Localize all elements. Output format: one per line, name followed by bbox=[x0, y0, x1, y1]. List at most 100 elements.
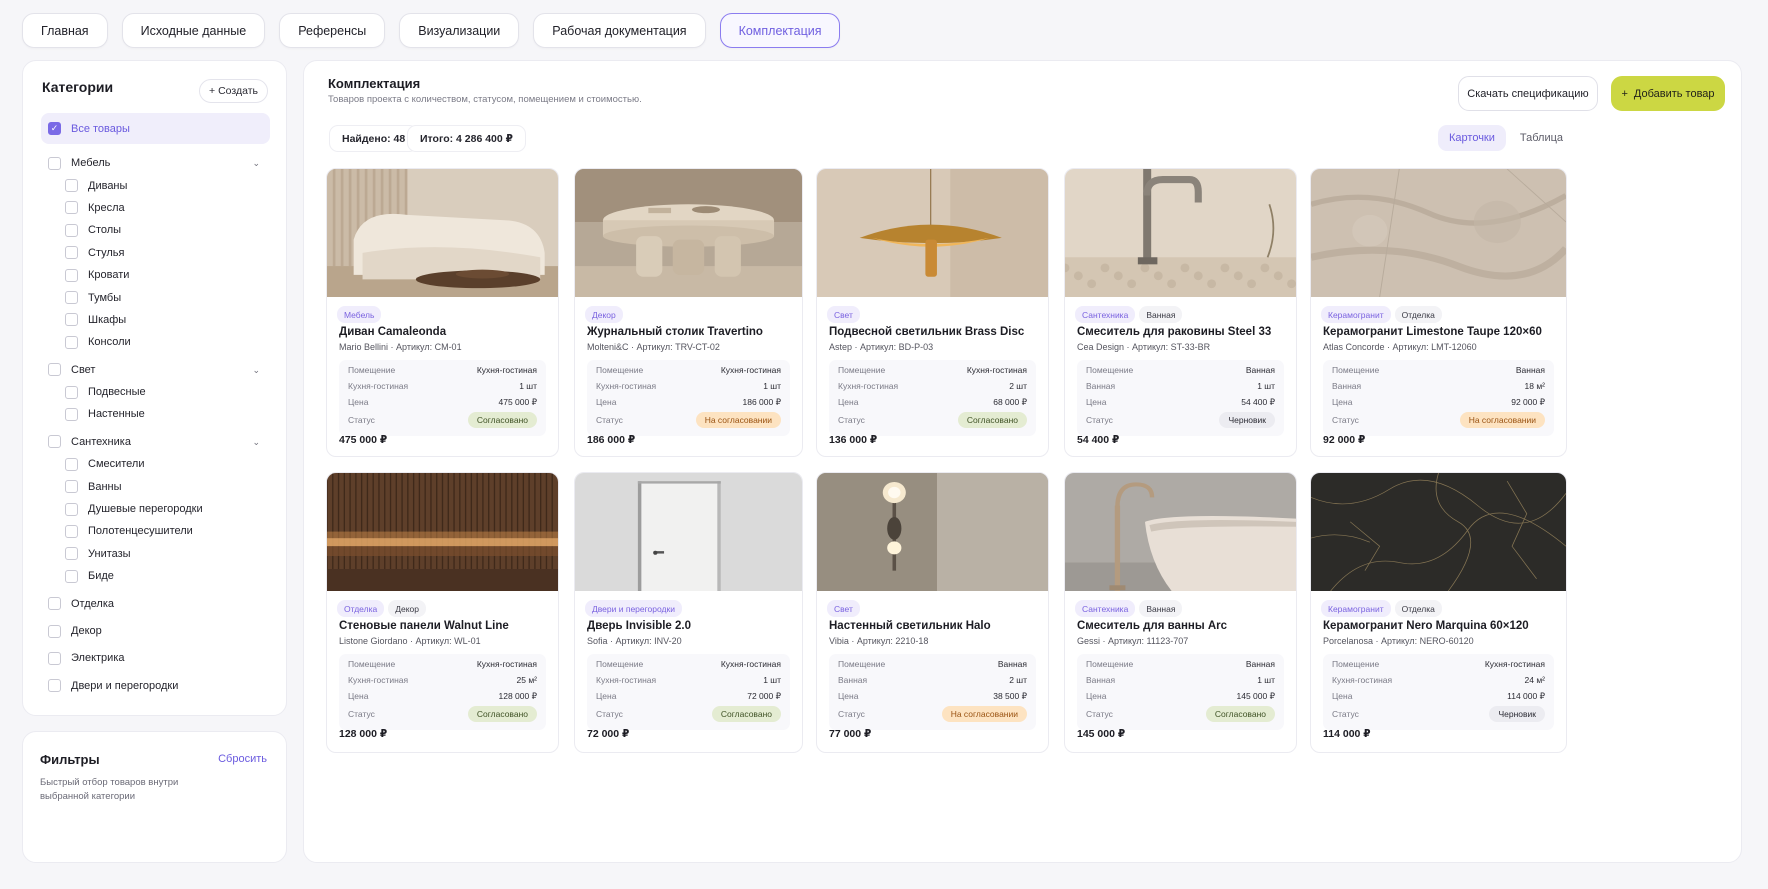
status-badge[interactable]: Согласовано bbox=[467, 706, 537, 722]
product-image[interactable] bbox=[327, 473, 558, 591]
product-image[interactable] bbox=[1311, 473, 1566, 591]
checkbox[interactable] bbox=[65, 313, 78, 327]
category-item[interactable]: Диваны bbox=[41, 174, 270, 196]
tab-working-docs[interactable]: Рабочая документация bbox=[533, 13, 706, 48]
product-card[interactable]: Декор Журнальный столик Travertino Molteni… bbox=[574, 168, 803, 457]
category-group[interactable]: Сантехника ⌄ bbox=[41, 431, 270, 453]
category-item[interactable]: Душевые перегородки bbox=[41, 498, 270, 520]
product-image[interactable] bbox=[327, 169, 558, 297]
category-item[interactable]: Ванны bbox=[41, 475, 270, 497]
checkbox[interactable] bbox=[65, 457, 78, 471]
product-title[interactable]: Настенный светильник Halo bbox=[829, 620, 991, 632]
category-item[interactable]: Смесители bbox=[41, 453, 270, 475]
product-image[interactable] bbox=[1311, 169, 1566, 297]
product-image[interactable] bbox=[575, 169, 802, 297]
status-badge[interactable]: Согласовано bbox=[467, 412, 537, 428]
product-image[interactable] bbox=[1065, 169, 1296, 297]
category-item[interactable]: Полотенцесушители bbox=[41, 520, 270, 542]
product-card[interactable]: Свет Подвесной светильник Brass Disc Astep… bbox=[816, 168, 1049, 457]
category-item[interactable]: Шкафы bbox=[41, 309, 270, 331]
checkbox[interactable] bbox=[65, 201, 78, 215]
product-title[interactable]: Керамогранит Limestone Taupe 120×60 bbox=[1323, 326, 1542, 338]
category-item[interactable]: Настенные bbox=[41, 403, 270, 425]
category-item[interactable]: Столы bbox=[41, 219, 270, 241]
chevron-down-icon[interactable]: ⌄ bbox=[252, 365, 260, 376]
chevron-down-icon[interactable]: ⌄ bbox=[252, 158, 260, 169]
checkbox[interactable] bbox=[48, 156, 61, 170]
category-item[interactable]: Унитазы bbox=[41, 543, 270, 565]
filters-reset-link[interactable]: Сбросить bbox=[218, 753, 267, 765]
checkbox[interactable] bbox=[65, 480, 78, 494]
tab-references[interactable]: Референсы bbox=[279, 13, 386, 48]
category-item[interactable]: Кресла bbox=[41, 197, 270, 219]
status-badge[interactable]: На согласовании bbox=[695, 412, 781, 428]
product-card[interactable]: Двери и перегородки Дверь Invisible 2.0 So… bbox=[574, 472, 803, 753]
product-card[interactable]: Сантехника Ванная Смеситель для ванны Arc G… bbox=[1064, 472, 1297, 753]
checkbox[interactable] bbox=[48, 624, 61, 638]
checkbox[interactable] bbox=[65, 569, 78, 583]
checkbox[interactable] bbox=[65, 246, 78, 260]
category-item[interactable]: Тумбы bbox=[41, 286, 270, 308]
checkbox[interactable] bbox=[65, 179, 78, 193]
product-card[interactable]: Мебель Диван Camaleonda Mario Bellini · Ар… bbox=[326, 168, 559, 457]
tab-equipment[interactable]: Комплектация bbox=[719, 13, 841, 48]
status-badge[interactable]: На согласовании bbox=[941, 706, 1027, 722]
status-badge[interactable]: Согласовано bbox=[1205, 706, 1275, 722]
status-badge[interactable]: Черновик bbox=[1489, 706, 1545, 722]
view-cards-button[interactable]: Карточки bbox=[1438, 125, 1506, 151]
product-title[interactable]: Смеситель для раковины Steel 33 bbox=[1077, 326, 1271, 338]
category-group[interactable]: Декор bbox=[41, 620, 270, 642]
checkbox[interactable] bbox=[65, 385, 78, 399]
status-badge[interactable]: Черновик bbox=[1219, 412, 1275, 428]
tab-home[interactable]: Главная bbox=[22, 13, 108, 48]
create-category-button[interactable]: + Создать bbox=[199, 79, 268, 103]
product-card[interactable]: Свет Настенный светильник Halo Vibia · Арт… bbox=[816, 472, 1049, 753]
product-image[interactable] bbox=[1065, 473, 1296, 591]
category-group[interactable]: Электрика bbox=[41, 647, 270, 669]
tab-visualizations[interactable]: Визуализации bbox=[399, 13, 520, 48]
checkbox[interactable] bbox=[65, 502, 78, 516]
product-image[interactable] bbox=[575, 473, 802, 591]
category-group[interactable]: Двери и перегородки bbox=[41, 675, 270, 697]
category-item[interactable]: Кровати bbox=[41, 264, 270, 286]
checkbox[interactable] bbox=[65, 335, 78, 349]
download-spec-button[interactable]: Скачать спецификацию bbox=[1458, 76, 1598, 111]
checkbox-checked-icon[interactable]: ✓ bbox=[48, 122, 61, 135]
checkbox[interactable] bbox=[65, 223, 78, 237]
checkbox[interactable] bbox=[48, 597, 61, 611]
product-card[interactable]: Керамогранит Отделка Керамогранит Nero Mar… bbox=[1310, 472, 1567, 753]
product-title[interactable]: Смеситель для ванны Arc bbox=[1077, 620, 1227, 632]
checkbox[interactable] bbox=[48, 679, 61, 693]
category-group[interactable]: Отделка bbox=[41, 592, 270, 614]
product-card[interactable]: Керамогранит Отделка Керамогранит Limeston… bbox=[1310, 168, 1567, 457]
checkbox[interactable] bbox=[65, 524, 78, 538]
product-image[interactable] bbox=[817, 473, 1048, 591]
category-group[interactable]: Свет ⌄ bbox=[41, 359, 270, 381]
category-item[interactable]: Подвесные bbox=[41, 381, 270, 403]
product-card[interactable]: Сантехника Ванная Смеситель для раковины S… bbox=[1064, 168, 1297, 457]
category-all[interactable]: ✓ Все товары bbox=[41, 113, 270, 144]
product-title[interactable]: Подвесной светильник Brass Disc bbox=[829, 326, 1024, 338]
checkbox[interactable] bbox=[48, 651, 61, 665]
product-image[interactable] bbox=[817, 169, 1048, 297]
tab-source-data[interactable]: Исходные данные bbox=[121, 13, 266, 48]
checkbox[interactable] bbox=[48, 363, 61, 377]
status-badge[interactable]: Согласовано bbox=[711, 706, 781, 722]
category-item[interactable]: Стулья bbox=[41, 242, 270, 264]
chevron-down-icon[interactable]: ⌄ bbox=[252, 437, 260, 448]
product-title[interactable]: Дверь Invisible 2.0 bbox=[587, 620, 691, 632]
add-product-button[interactable]: + Добавить товар bbox=[1611, 76, 1725, 111]
status-badge[interactable]: На согласовании bbox=[1459, 412, 1545, 428]
checkbox[interactable] bbox=[48, 435, 61, 449]
category-group[interactable]: Мебель ⌄ bbox=[41, 152, 270, 174]
category-item[interactable]: Консоли bbox=[41, 331, 270, 353]
view-table-button[interactable]: Таблица bbox=[1509, 125, 1574, 151]
product-title[interactable]: Стеновые панели Walnut Line bbox=[339, 620, 509, 632]
checkbox[interactable] bbox=[65, 268, 78, 282]
checkbox[interactable] bbox=[65, 407, 78, 421]
checkbox[interactable] bbox=[65, 291, 78, 305]
checkbox[interactable] bbox=[65, 547, 78, 561]
product-title[interactable]: Диван Camaleonda bbox=[339, 326, 446, 338]
status-badge[interactable]: Согласовано bbox=[957, 412, 1027, 428]
product-card[interactable]: Отделка Декор Стеновые панели Walnut Line L… bbox=[326, 472, 559, 753]
